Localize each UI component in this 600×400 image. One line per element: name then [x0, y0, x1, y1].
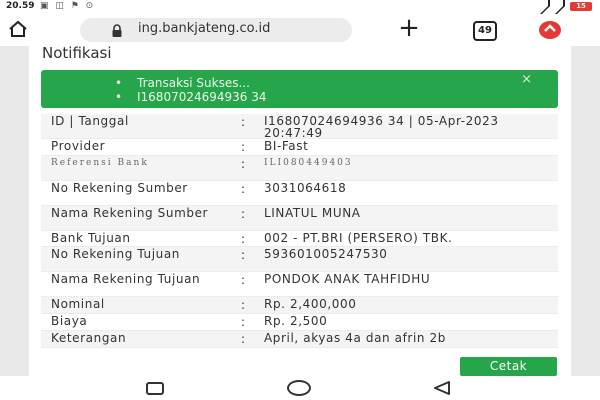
- clock: 20.59: [6, 1, 35, 11]
- system-icons: 15: [540, 0, 592, 16]
- back-icon[interactable]: [432, 380, 452, 396]
- detail-value: 002 - PT.BRI (PERSERO) TBK.: [264, 231, 453, 245]
- detail-separator: :: [241, 273, 246, 287]
- notification-card: Notifikasi Transaksi Sukses... I16807024…: [29, 44, 571, 376]
- detail-separator: :: [241, 248, 246, 262]
- extension-icon[interactable]: [538, 20, 562, 40]
- detail-row-note: Keterangan : April, akyas 4a dan afrin 2…: [41, 331, 558, 348]
- detail-row-id: ID | Tanggal : I16807024694936 34 | 05-A…: [41, 114, 558, 139]
- detail-row-reference: Referensi Bank : ILI080449403: [41, 156, 558, 181]
- detail-row-source-name: Nama Rekening Sumber : LINATUL MUNA: [41, 206, 558, 231]
- detail-label: Provider: [51, 139, 106, 153]
- detail-label: ID | Tanggal: [51, 114, 129, 128]
- detail-label: Keterangan: [51, 331, 127, 345]
- new-tab-button[interactable]: +: [396, 15, 422, 42]
- detail-separator: :: [241, 157, 246, 171]
- detail-separator: :: [241, 232, 246, 246]
- detail-row-target-name: Nama Rekening Tujuan : PONDOK ANAK TAHFI…: [41, 272, 558, 297]
- detail-label: Bank Tujuan: [51, 231, 131, 245]
- page-title: Notifikasi: [42, 44, 112, 62]
- detail-separator: :: [241, 140, 246, 154]
- success-alert: Transaksi Sukses... I16807024694936 34 ×: [41, 70, 558, 108]
- detail-row-target-bank: Bank Tujuan : 002 - PT.BRI (PERSERO) TBK…: [41, 231, 558, 247]
- detail-value: April, akyas 4a dan afrin 2b: [264, 331, 446, 345]
- lock-icon: [110, 23, 124, 37]
- alert-message: I16807024694936 34: [115, 90, 267, 104]
- print-button[interactable]: Cetak: [460, 357, 557, 376]
- address-bar[interactable]: ing.bankjateng.co.id: [80, 18, 352, 42]
- detail-value: 593601005247530: [264, 247, 388, 261]
- detail-label: Nama Rekening Sumber: [51, 206, 209, 220]
- home-icon[interactable]: [7, 18, 29, 40]
- detail-separator: :: [241, 298, 246, 312]
- detail-label: No Rekening Sumber: [51, 181, 188, 195]
- detail-label: No Rekening Tujuan: [51, 247, 181, 261]
- detail-separator: :: [241, 332, 246, 346]
- detail-value: Rp. 2,500: [264, 314, 328, 328]
- detail-row-source-account: No Rekening Sumber : 3031064618: [41, 181, 558, 206]
- url-text: ing.bankjateng.co.id: [138, 21, 271, 36]
- detail-value: PONDOK ANAK TAHFIDHU: [264, 272, 431, 286]
- battery-icon: 15: [570, 1, 592, 11]
- detail-separator: :: [241, 115, 246, 129]
- detail-row-amount: Nominal : Rp. 2,400,000: [41, 297, 558, 314]
- transaction-details: ID | Tanggal : I16807024694936 34 | 05-A…: [41, 114, 558, 348]
- status-bar: 20.59 ▣ ◫ ⚑ ⊙ 15: [0, 0, 600, 16]
- detail-value: ILI080449403: [264, 158, 353, 168]
- browser-toolbar: ing.bankjateng.co.id + 49: [0, 14, 600, 46]
- tabs-button[interactable]: 49: [473, 21, 497, 41]
- detail-row-fee: Biaya : Rp. 2,500: [41, 314, 558, 331]
- detail-separator: :: [241, 207, 246, 221]
- detail-value: Rp. 2,400,000: [264, 297, 357, 311]
- notification-icons: ▣ ◫ ⚑ ⊙: [40, 1, 96, 11]
- detail-value: LINATUL MUNA: [264, 206, 361, 220]
- detail-label: Nominal: [51, 297, 105, 311]
- detail-separator: :: [241, 182, 246, 196]
- detail-label: Nama Rekening Tujuan: [51, 272, 201, 286]
- detail-label: Referensi Bank: [51, 158, 149, 168]
- detail-separator: :: [241, 315, 246, 329]
- alert-message: Transaksi Sukses...: [115, 76, 267, 90]
- alert-messages: Transaksi Sukses... I16807024694936 34: [115, 76, 267, 104]
- detail-value: 3031064618: [264, 181, 347, 195]
- detail-value: BI-Fast: [264, 139, 309, 153]
- detail-row-target-account: No Rekening Tujuan : 593601005247530: [41, 247, 558, 272]
- recent-apps-icon[interactable]: [146, 382, 164, 395]
- close-icon[interactable]: ×: [521, 72, 532, 87]
- detail-value: I16807024694936 34 | 05-Apr-2023 20:47:4…: [264, 114, 499, 140]
- nav-home-icon[interactable]: [287, 380, 311, 396]
- navigation-bar: [0, 376, 600, 400]
- detail-row-provider: Provider : BI-Fast: [41, 139, 558, 156]
- detail-label: Biaya: [51, 314, 88, 328]
